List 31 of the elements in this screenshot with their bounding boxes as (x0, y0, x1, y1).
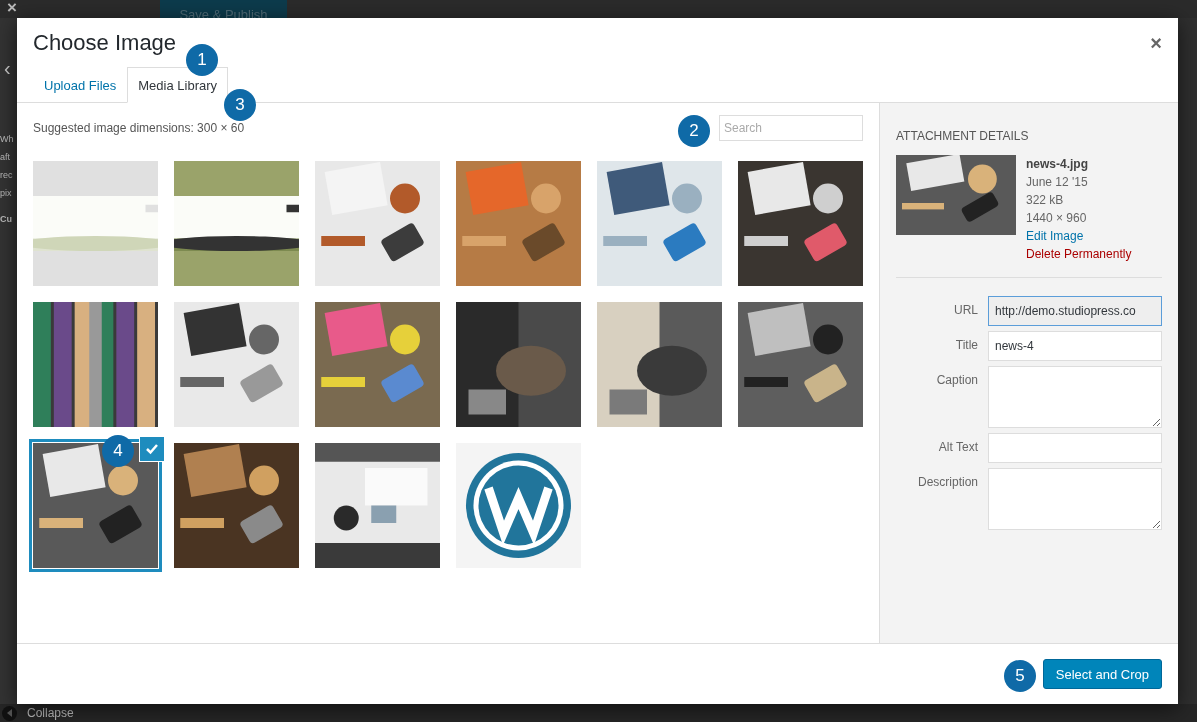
upload-date: June 12 '15 (1026, 174, 1089, 191)
search-field[interactable]: Search (719, 115, 863, 141)
input-field[interactable] (988, 433, 1162, 463)
partial-text: Cu (0, 213, 12, 226)
edit-image-link[interactable]: Edit Image (1026, 227, 1132, 245)
check-icon[interactable] (140, 437, 164, 461)
file-size: 322 kB (1026, 192, 1065, 209)
field-label: Title (954, 337, 978, 352)
input-field[interactable]: http://demo.studiopress.co (988, 296, 1162, 326)
partial-text: aft (0, 151, 10, 164)
field-label: Description (916, 474, 978, 489)
close-icon[interactable]: × (0, 0, 24, 16)
image-dimensions: 1440 × 960 (1026, 210, 1088, 227)
delete-link[interactable]: Delete Permanently (1026, 245, 1132, 263)
field-label: Caption (935, 372, 978, 387)
back-icon[interactable]: ‹ (4, 58, 11, 78)
close-button[interactable]: × (1150, 32, 1162, 55)
tab[interactable]: Media Library (127, 67, 229, 103)
partial-text: rec (0, 169, 13, 182)
field-label: Alt Text (937, 439, 978, 454)
dimensions-hint: Suggested image dimensions: 300 × 60 (33, 121, 245, 135)
field-label: URL (953, 302, 978, 317)
select-crop-button[interactable]: Select and Crop (1042, 659, 1162, 689)
collapse-link[interactable]: Collapse (27, 706, 74, 720)
partial-text: Wh (0, 133, 14, 146)
input-field[interactable]: news-4 (988, 331, 1162, 361)
modal-title: Choose Image (33, 30, 177, 56)
file-name: news-4.jpg (1026, 156, 1089, 173)
details-heading: ATTACHMENT DETAILS (896, 129, 1030, 143)
tab[interactable]: Upload Files (33, 67, 128, 103)
partial-text: pix (0, 187, 12, 200)
